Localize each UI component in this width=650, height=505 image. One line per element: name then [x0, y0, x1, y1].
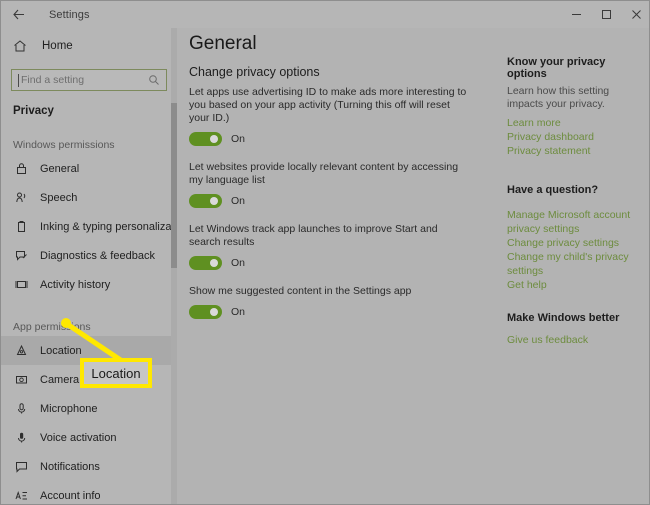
close-button[interactable]	[621, 1, 649, 28]
rail-description: Learn how this setting impacts your priv…	[507, 85, 610, 110]
link-learn-more[interactable]: Learn more	[507, 116, 647, 130]
camera-icon	[13, 373, 29, 386]
sidebar-home-label: Home	[42, 40, 73, 52]
toggle-row[interactable]: On	[189, 132, 484, 146]
search-box[interactable]	[11, 69, 167, 91]
toggle-knob	[210, 135, 218, 143]
app-launch-tracking-toggle[interactable]	[189, 256, 222, 270]
callout-label: Location	[91, 365, 141, 381]
window-controls	[561, 1, 649, 28]
minimize-button[interactable]	[561, 1, 591, 28]
lock-icon	[13, 162, 29, 175]
sidebar-item-notifications[interactable]: Notifications	[1, 452, 177, 481]
sidebar-item-diagnostics-feedback[interactable]: Diagnostics & feedback	[1, 241, 177, 270]
option-description: Let websites provide locally relevant co…	[189, 161, 459, 186]
minimize-icon	[571, 14, 581, 15]
sidebar-item-inking-typing[interactable]: Inking & typing personalization	[1, 212, 177, 241]
link-change-privacy-settings[interactable]: Change privacy settings	[507, 236, 647, 250]
window-title: Settings	[49, 8, 90, 21]
inking-icon	[13, 220, 29, 233]
sidebar-item-microphone[interactable]: Microphone	[1, 394, 177, 423]
feedback-icon	[13, 249, 29, 262]
option-description: Let Windows track app launches to improv…	[189, 223, 438, 248]
toggle-row[interactable]: On	[189, 256, 484, 270]
rail-header-privacy-options: Know your privacy options	[507, 56, 606, 80]
settings-window: Settings Home Find a setting Privacy Win…	[0, 0, 650, 505]
privacy-options-list: Let apps use advertising ID to make ads …	[189, 86, 484, 334]
sidebar-item-voice-activation[interactable]: Voice activation	[1, 423, 177, 452]
sidebar-item-label: Speech	[40, 191, 78, 204]
toggle-state-label: On	[231, 195, 246, 207]
sidebar-item-label: General	[40, 162, 80, 175]
voice-activation-icon	[13, 431, 29, 444]
back-arrow-icon	[12, 9, 24, 20]
link-privacy-statement[interactable]: Privacy statement	[507, 144, 647, 158]
back-button[interactable]	[1, 2, 35, 28]
maximize-icon	[601, 10, 611, 19]
sidebar-item-speech[interactable]: Speech	[1, 183, 177, 212]
sidebar-item-activity-history[interactable]: Activity history	[1, 270, 177, 299]
section-title: Change privacy options	[189, 65, 320, 79]
sidebar-item-home[interactable]: Home	[1, 31, 177, 61]
sidebar-category-title: Privacy	[13, 105, 54, 117]
sidebar-item-label: Account info	[40, 489, 101, 502]
privacy-option: Let websites provide locally relevant co…	[189, 161, 484, 208]
toggle-row[interactable]: On	[189, 194, 484, 208]
language-list-toggle[interactable]	[189, 194, 222, 208]
callout-box: Location	[80, 358, 152, 388]
speech-icon	[13, 191, 29, 204]
section-header-windows-permissions: Windows permissions	[13, 139, 115, 151]
rail-header-make-windows-better: Make Windows better	[507, 312, 620, 324]
toggle-state-label: On	[231, 306, 246, 318]
sidebar-item-label: Camera	[40, 373, 80, 386]
privacy-option: Show me suggested content in the Setting…	[189, 285, 484, 319]
text-caret	[18, 74, 19, 87]
link-manage-microsoft-account-privacy[interactable]: Manage Microsoft account privacy setting…	[507, 208, 647, 236]
option-description: Let apps use advertising ID to make ads …	[189, 86, 467, 124]
sidebar-item-label: Microphone	[40, 402, 98, 415]
page-title: General	[189, 33, 257, 54]
privacy-option: Let Windows track app launches to improv…	[189, 223, 484, 270]
right-rail: Know your privacy options Learn how this…	[507, 56, 647, 347]
suggested-content-toggle[interactable]	[189, 305, 222, 319]
sidebar-item-label: Diagnostics & feedback	[40, 249, 155, 262]
sidebar-item-label: Inking & typing personalization	[40, 220, 177, 233]
sidebar-item-label: Location	[40, 344, 82, 357]
section-header-app-permissions: App permissions	[13, 321, 91, 333]
option-description: Show me suggested content in the Setting…	[189, 285, 412, 297]
privacy-option: Let apps use advertising ID to make ads …	[189, 86, 484, 146]
search-icon[interactable]	[148, 73, 160, 91]
advertising-id-toggle[interactable]	[189, 132, 222, 146]
rail-header-have-a-question: Have a question?	[507, 184, 599, 196]
account-info-icon	[13, 489, 29, 502]
toggle-knob	[210, 259, 218, 267]
maximize-button[interactable]	[591, 1, 621, 28]
toggle-state-label: On	[231, 257, 246, 269]
link-change-child-privacy-settings[interactable]: Change my child's privacy settings	[507, 250, 647, 278]
toggle-row[interactable]: On	[189, 305, 484, 319]
search-input[interactable]	[12, 71, 151, 89]
sidebar: Home Privacy Windows permissions Ge	[1, 28, 177, 504]
toggle-state-label: On	[231, 133, 246, 145]
sidebar-item-account-info[interactable]: Account info	[1, 481, 177, 504]
microphone-icon	[13, 402, 29, 415]
sidebar-item-label: Activity history	[40, 278, 111, 291]
sidebar-item-label: Voice activation	[40, 431, 117, 444]
toggle-knob	[210, 308, 218, 316]
close-icon	[631, 10, 641, 19]
sidebar-item-general[interactable]: General	[1, 154, 177, 183]
link-get-help[interactable]: Get help	[507, 278, 647, 292]
main-content: General Change privacy options Let apps …	[177, 28, 649, 504]
title-bar: Settings	[1, 1, 649, 28]
toggle-knob	[210, 197, 218, 205]
notifications-icon	[13, 460, 29, 473]
link-privacy-dashboard[interactable]: Privacy dashboard	[507, 130, 647, 144]
sidebar-item-label: Notifications	[40, 460, 100, 473]
home-icon	[13, 39, 31, 53]
link-give-us-feedback[interactable]: Give us feedback	[507, 333, 647, 347]
location-pin-icon	[13, 344, 29, 357]
activity-history-icon	[13, 278, 29, 291]
